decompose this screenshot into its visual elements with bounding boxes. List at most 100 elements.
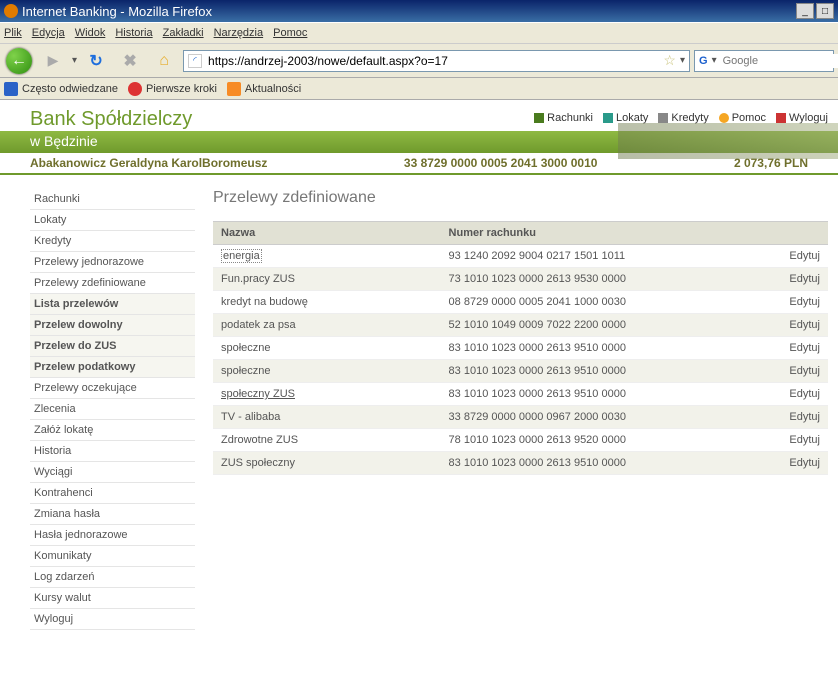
bookmark-news[interactable]: Aktualności <box>227 82 301 96</box>
row-name[interactable]: energia <box>213 245 441 268</box>
url-bar[interactable]: ◜ ☆ ▾ <box>183 50 690 72</box>
sidebar-item[interactable]: Hasła jednorazowe <box>30 525 195 546</box>
sidebar-item[interactable]: Przelewy zdefiniowane <box>30 273 195 294</box>
orange-square-icon <box>719 113 729 123</box>
forward-arrow-icon: ▶ <box>48 52 59 69</box>
edit-link[interactable]: Edytuj <box>754 245 828 268</box>
page-favicon-icon: ◜ <box>188 54 202 68</box>
sidebar-item[interactable]: Załóż lokatę <box>30 420 195 441</box>
bookmark-first-steps[interactable]: Pierwsze kroki <box>128 82 217 96</box>
window-titlebar: Internet Banking - Mozilla Firefox _ □ <box>0 0 838 22</box>
sidebar-item[interactable]: Rachunki <box>30 189 195 210</box>
menu-bookmarks[interactable]: Zakładki <box>163 27 204 39</box>
sidebar-item[interactable]: Kredyty <box>30 231 195 252</box>
rss-icon <box>227 82 241 96</box>
col-name: Nazwa <box>213 222 441 245</box>
firefox-icon <box>4 4 18 18</box>
url-input[interactable] <box>206 53 659 69</box>
red-square-icon <box>776 113 786 123</box>
row-name[interactable]: społeczne <box>213 337 441 360</box>
row-account: 93 1240 2092 9004 0217 1501 1011 <box>441 245 755 268</box>
green-square-icon <box>534 113 544 123</box>
row-name[interactable]: ZUS społeczny <box>213 452 441 475</box>
reload-icon: ↻ <box>89 51 102 71</box>
url-dropdown-icon[interactable]: ▾ <box>680 55 685 66</box>
row-account: 33 8729 0000 0000 0967 2000 0030 <box>441 406 755 429</box>
sidebar-item[interactable]: Historia <box>30 441 195 462</box>
menu-help[interactable]: Pomoc <box>273 27 307 39</box>
bookmark-frequent[interactable]: Często odwiedzane <box>4 82 118 96</box>
bookmark-label: Pierwsze kroki <box>146 83 217 95</box>
sidebar-item[interactable]: Lista przelewów <box>30 294 195 315</box>
sidebar-item[interactable]: Przelew dowolny <box>30 315 195 336</box>
google-icon: G <box>699 54 708 68</box>
minimize-button[interactable]: _ <box>796 3 814 19</box>
bookmark-star-icon[interactable]: ☆ <box>663 52 676 69</box>
table-row: Zdrowotne ZUS78 1010 1023 0000 2613 9520… <box>213 429 828 452</box>
sidebar-item[interactable]: Zlecenia <box>30 399 195 420</box>
row-name[interactable]: podatek za psa <box>213 314 441 337</box>
edit-link[interactable]: Edytuj <box>754 314 828 337</box>
row-name[interactable]: Zdrowotne ZUS <box>213 429 441 452</box>
topnav-rachunki[interactable]: Rachunki <box>534 112 593 124</box>
home-button[interactable]: ⌂ <box>149 47 179 75</box>
menu-edit[interactable]: Edycja <box>32 27 65 39</box>
row-name[interactable]: społeczne <box>213 360 441 383</box>
menu-history[interactable]: Historia <box>115 27 152 39</box>
row-account: 83 1010 1023 0000 2613 9510 0000 <box>441 383 755 406</box>
sidebar-item[interactable]: Wyloguj <box>30 609 195 630</box>
back-button[interactable]: ← <box>4 47 34 75</box>
page-content: Bank Spółdzielczy RachunkiLokatyKredytyP… <box>0 100 838 630</box>
edit-link[interactable]: Edytuj <box>754 337 828 360</box>
col-account: Numer rachunku <box>441 222 755 245</box>
menu-view[interactable]: Widok <box>75 27 106 39</box>
bookmark-folder-icon <box>4 82 18 96</box>
edit-link[interactable]: Edytuj <box>754 406 828 429</box>
reload-button[interactable]: ↻ <box>81 47 111 75</box>
sidebar-item[interactable]: Przelewy oczekujące <box>30 378 195 399</box>
menu-file[interactable]: Plik <box>4 27 22 39</box>
table-row: energia93 1240 2092 9004 0217 1501 1011E… <box>213 245 828 268</box>
edit-link[interactable]: Edytuj <box>754 360 828 383</box>
row-account: 78 1010 1023 0000 2613 9520 0000 <box>441 429 755 452</box>
sidebar-item[interactable]: Kursy walut <box>30 588 195 609</box>
row-name[interactable]: TV - alibaba <box>213 406 441 429</box>
edit-link[interactable]: Edytuj <box>754 383 828 406</box>
search-bar[interactable]: G ▾ <box>694 50 834 72</box>
edit-link[interactable]: Edytuj <box>754 268 828 291</box>
col-edit <box>754 222 828 245</box>
window-title: Internet Banking - Mozilla Firefox <box>22 4 212 19</box>
table-row: Fun.pracy ZUS73 1010 1023 0000 2613 9530… <box>213 268 828 291</box>
search-engine-dropdown-icon[interactable]: ▾ <box>712 55 717 66</box>
page-title: Przelewy zdefiniowane <box>213 189 828 207</box>
edit-link[interactable]: Edytuj <box>754 429 828 452</box>
stop-icon: ✖ <box>123 51 136 71</box>
row-name[interactable]: Fun.pracy ZUS <box>213 268 441 291</box>
search-input[interactable] <box>721 54 838 68</box>
row-name[interactable]: kredyt na budowę <box>213 291 441 314</box>
account-owner: Abakanowicz Geraldyna KarolBoromeusz <box>30 156 267 170</box>
history-dropdown-icon[interactable]: ▾ <box>72 55 77 66</box>
sidebar-item[interactable]: Zmiana hasła <box>30 504 195 525</box>
sidebar-item[interactable]: Komunikaty <box>30 546 195 567</box>
sidebar-item[interactable]: Przelewy jednorazowe <box>30 252 195 273</box>
row-name[interactable]: społeczny ZUS <box>213 383 441 406</box>
row-account: 83 1010 1023 0000 2613 9510 0000 <box>441 452 755 475</box>
sidebar-item[interactable]: Przelew podatkowy <box>30 357 195 378</box>
forward-button[interactable]: ▶ <box>38 47 68 75</box>
table-row: społeczny ZUS83 1010 1023 0000 2613 9510… <box>213 383 828 406</box>
sidebar-item[interactable]: Wyciągi <box>30 462 195 483</box>
edit-link[interactable]: Edytuj <box>754 291 828 314</box>
teal-square-icon <box>603 113 613 123</box>
stop-button[interactable]: ✖ <box>115 47 145 75</box>
sidebar-menu: RachunkiLokatyKredytyPrzelewy jednorazow… <box>30 189 195 630</box>
row-account: 83 1010 1023 0000 2613 9510 0000 <box>441 360 755 383</box>
sidebar-item[interactable]: Przelew do ZUS <box>30 336 195 357</box>
table-row: TV - alibaba33 8729 0000 0000 0967 2000 … <box>213 406 828 429</box>
edit-link[interactable]: Edytuj <box>754 452 828 475</box>
sidebar-item[interactable]: Kontrahenci <box>30 483 195 504</box>
sidebar-item[interactable]: Lokaty <box>30 210 195 231</box>
maximize-button[interactable]: □ <box>816 3 834 19</box>
sidebar-item[interactable]: Log zdarzeń <box>30 567 195 588</box>
menu-tools[interactable]: Narzędzia <box>214 27 264 39</box>
